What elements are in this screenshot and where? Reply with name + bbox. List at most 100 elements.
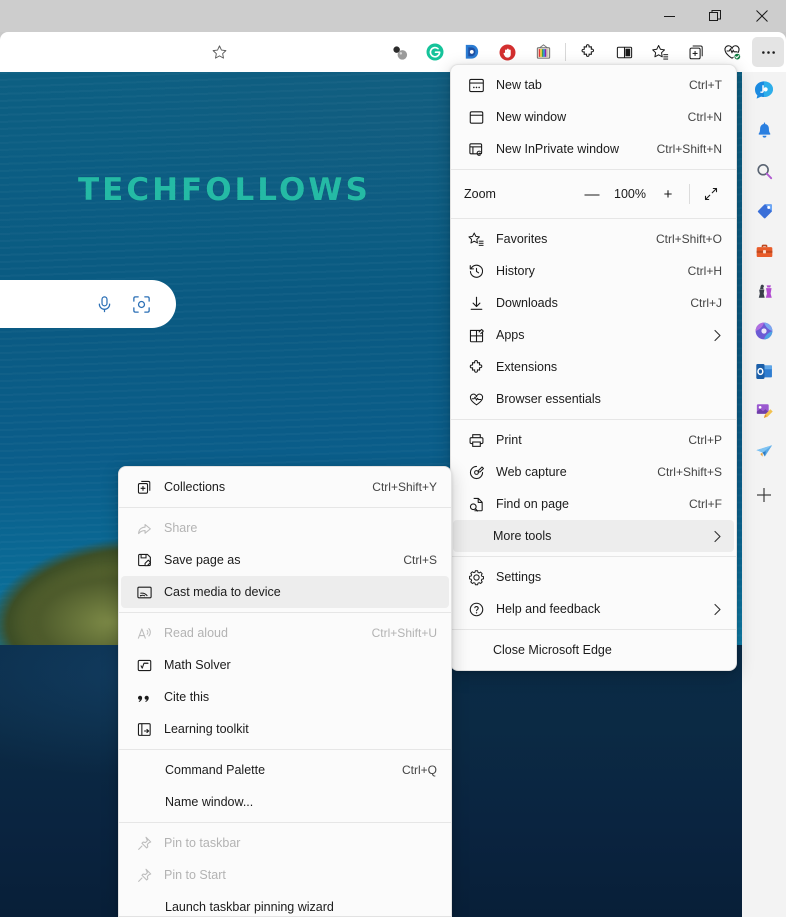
menu-divider: [451, 556, 736, 557]
customize-add-icon[interactable]: [747, 480, 781, 510]
menu-item-apps[interactable]: Apps: [453, 319, 734, 351]
math-solver-icon: [134, 655, 154, 675]
menu-item-browser-essentials[interactable]: Browser essentials: [453, 383, 734, 415]
search-box[interactable]: [0, 280, 176, 328]
menu-divider: [451, 419, 736, 420]
submenu-item-cite-this[interactable]: Cite this: [121, 681, 449, 713]
tv-extension-icon[interactable]: [527, 37, 559, 67]
favorites-star-list-icon: [466, 229, 486, 249]
drop-icon[interactable]: [747, 436, 781, 466]
settings-gear-icon: [466, 567, 486, 587]
menu-item-label: New InPrivate window: [496, 142, 619, 156]
shopping-tag-icon[interactable]: [747, 196, 781, 226]
grammarly-extension-icon[interactable]: [419, 37, 451, 67]
menu-divider: [119, 612, 451, 613]
spheres-extension-icon[interactable]: [383, 37, 415, 67]
menu-item-label: Collections: [164, 480, 226, 494]
menu-item-new-window[interactable]: New window Ctrl+N: [453, 101, 734, 133]
menu-item-find-on-page[interactable]: Find on page Ctrl+F: [453, 488, 734, 520]
apps-grid-icon: [466, 325, 486, 345]
submenu-item-launch-taskbar-pinning-wizard[interactable]: Launch taskbar pinning wizard: [121, 891, 449, 916]
collections-icon[interactable]: [680, 37, 712, 67]
blue-d-extension-icon[interactable]: [455, 37, 487, 67]
menu-item-help-and-feedback[interactable]: Help and feedback: [453, 593, 734, 625]
menu-item-new-inprivate-window[interactable]: New InPrivate window Ctrl+Shift+N: [453, 133, 734, 165]
menu-item-label: Save page as: [164, 553, 241, 567]
extensions-icon[interactable]: [572, 37, 604, 67]
microsoft365-icon[interactable]: [747, 316, 781, 346]
menu-item-label: History: [496, 264, 535, 278]
downloads-arrow-icon: [466, 293, 486, 313]
favorites-icon[interactable]: [644, 37, 676, 67]
page-title: TECHFOLLOWS: [78, 172, 371, 208]
menu-item-accel: Ctrl+Q: [401, 763, 437, 777]
notifications-bell-icon[interactable]: [747, 116, 781, 146]
submenu-item-learning-toolkit[interactable]: Learning toolkit: [121, 713, 449, 745]
submenu-item-cast-media[interactable]: Cast media to device: [121, 576, 449, 608]
menu-item-new-tab[interactable]: New tab Ctrl+T: [453, 69, 734, 101]
web-capture-icon: [466, 462, 486, 482]
cite-this-icon: [134, 687, 154, 707]
pin-icon: [134, 833, 154, 853]
menu-item-accel: Ctrl+H: [687, 264, 722, 278]
settings-and-more-button[interactable]: [752, 37, 784, 67]
copilot-icon[interactable]: [747, 76, 781, 106]
chevron-right-icon: [713, 603, 722, 616]
visual-search-icon[interactable]: [131, 294, 152, 315]
menu-item-downloads[interactable]: Downloads Ctrl+J: [453, 287, 734, 319]
menu-item-close-edge[interactable]: Close Microsoft Edge: [453, 634, 734, 666]
menu-item-label: Name window...: [165, 795, 254, 809]
submenu-item-pin-to-start: Pin to Start: [121, 859, 449, 891]
title-bar: [0, 0, 786, 32]
submenu-item-read-aloud: Read aloud Ctrl+Shift+U: [121, 617, 449, 649]
menu-item-label: Command Palette: [165, 763, 266, 777]
menu-divider: [451, 169, 736, 170]
menu-item-settings[interactable]: Settings: [453, 561, 734, 593]
menu-item-print[interactable]: Print Ctrl+P: [453, 424, 734, 456]
inprivate-window-icon: [466, 139, 486, 159]
zoom-out-button[interactable]: —: [577, 180, 607, 208]
split-screen-icon[interactable]: [608, 37, 640, 67]
tools-briefcase-icon[interactable]: [747, 236, 781, 266]
menu-item-accel: Ctrl+Shift+N: [656, 142, 722, 156]
menu-item-label: Find on page: [496, 497, 569, 511]
add-to-favorites-button[interactable]: [196, 37, 242, 67]
menu-item-label: Extensions: [496, 360, 558, 374]
menu-row-zoom: Zoom — 100% +: [451, 174, 736, 214]
menu-item-favorites[interactable]: Favorites Ctrl+Shift+O: [453, 223, 734, 255]
menu-item-label: Settings: [496, 570, 542, 584]
submenu-item-save-page-as[interactable]: Save page as Ctrl+S: [121, 544, 449, 576]
window-controls: [646, 0, 786, 32]
menu-item-label: Cast media to device: [164, 585, 281, 599]
adblock-extension-icon[interactable]: [491, 37, 523, 67]
close-button[interactable]: [738, 0, 786, 32]
submenu-item-command-palette[interactable]: Command Palette Ctrl+Q: [121, 754, 449, 786]
menu-item-label: New window: [496, 110, 567, 124]
submenu-item-collections[interactable]: Collections Ctrl+Shift+Y: [121, 471, 449, 503]
zoom-controls: — 100% +: [577, 180, 726, 208]
menu-item-label: New tab: [496, 78, 542, 92]
menu-item-accel: Ctrl+N: [687, 110, 722, 124]
microphone-icon[interactable]: [94, 294, 115, 315]
edge-sidebar: [742, 72, 786, 917]
minimize-button[interactable]: [646, 0, 692, 32]
favorites-star-icon: [212, 44, 226, 59]
submenu-item-name-window[interactable]: Name window...: [121, 786, 449, 818]
menu-item-extensions[interactable]: Extensions: [453, 351, 734, 383]
new-tab-icon: [466, 75, 486, 95]
menu-item-more-tools[interactable]: More tools: [453, 520, 734, 552]
fullscreen-button[interactable]: [696, 180, 726, 208]
submenu-item-math-solver[interactable]: Math Solver: [121, 649, 449, 681]
search-icon[interactable]: [747, 156, 781, 186]
games-icon[interactable]: [747, 276, 781, 306]
save-page-icon: [134, 550, 154, 570]
browser-essentials-icon[interactable]: [716, 37, 748, 67]
restore-button[interactable]: [692, 0, 738, 32]
menu-item-history[interactable]: History Ctrl+H: [453, 255, 734, 287]
menu-item-web-capture[interactable]: Web capture Ctrl+Shift+S: [453, 456, 734, 488]
outlook-icon[interactable]: [747, 356, 781, 386]
zoom-in-button[interactable]: +: [653, 180, 683, 208]
menu-item-label: Browser essentials: [496, 392, 601, 406]
image-editor-icon[interactable]: [747, 396, 781, 426]
menu-item-label: Share: [164, 521, 198, 535]
